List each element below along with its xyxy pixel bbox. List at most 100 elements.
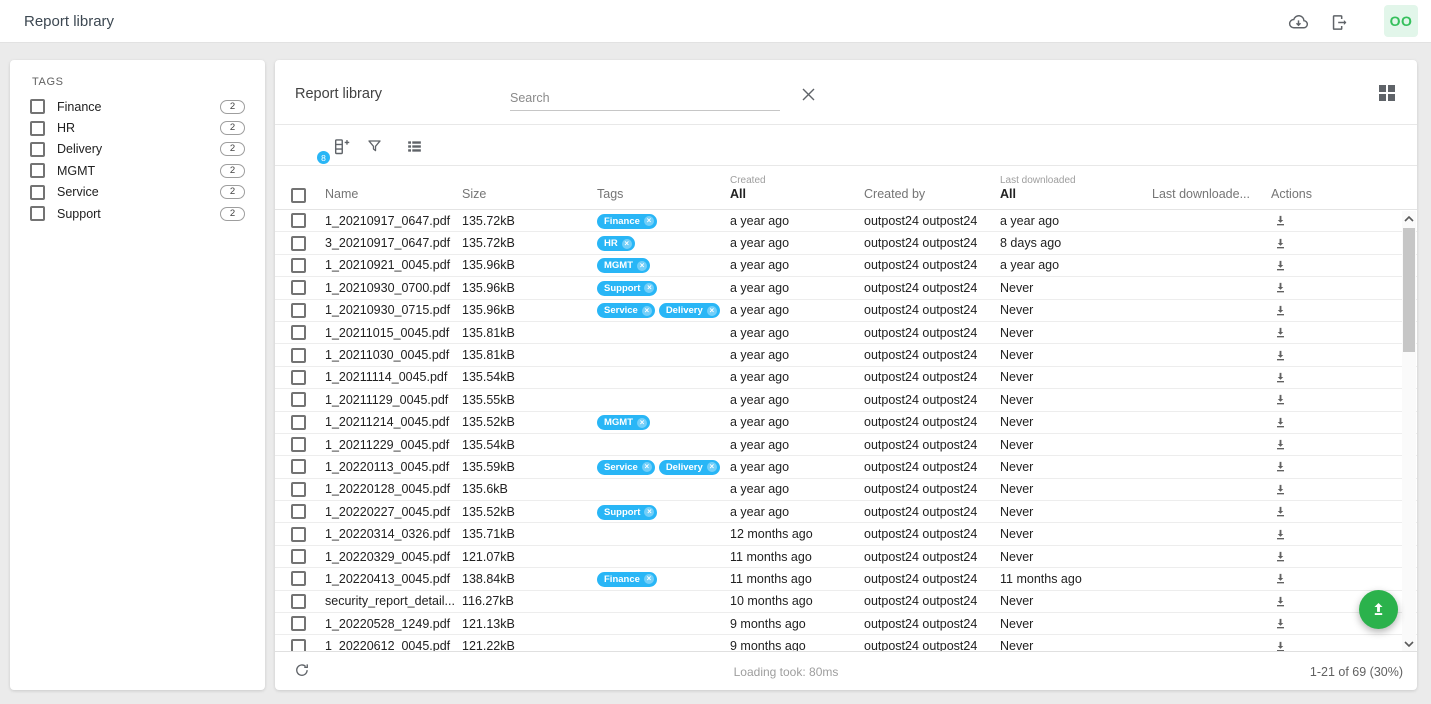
column-header-created-by[interactable]: Created by bbox=[864, 166, 1000, 209]
tag-pill[interactable]: MGMT× bbox=[597, 258, 650, 273]
tag-pill[interactable]: HR× bbox=[597, 236, 635, 251]
tag-filter-finance[interactable]: Finance 2 bbox=[10, 96, 265, 117]
row-checkbox[interactable] bbox=[291, 213, 306, 228]
row-checkbox[interactable] bbox=[291, 392, 306, 407]
table-row[interactable]: 1_20220612_0045.pdf 121.22kB 9 months ag… bbox=[275, 635, 1417, 651]
vertical-scrollbar[interactable] bbox=[1402, 211, 1416, 651]
select-all-checkbox[interactable] bbox=[291, 188, 306, 203]
download-icon[interactable] bbox=[1273, 370, 1288, 385]
tag-remove-icon[interactable]: × bbox=[622, 239, 632, 249]
tag-pill[interactable]: MGMT× bbox=[597, 415, 650, 430]
row-checkbox[interactable] bbox=[291, 325, 306, 340]
row-checkbox[interactable] bbox=[291, 280, 306, 295]
table-row[interactable]: security_report_detail... 116.27kB 10 mo… bbox=[275, 591, 1417, 613]
row-checkbox[interactable] bbox=[291, 370, 306, 385]
row-checkbox[interactable] bbox=[291, 303, 306, 318]
list-view-icon[interactable] bbox=[403, 135, 425, 157]
row-checkbox[interactable] bbox=[291, 504, 306, 519]
table-row[interactable]: 1_20220528_1249.pdf 121.13kB 9 months ag… bbox=[275, 613, 1417, 635]
tag-pill[interactable]: Delivery× bbox=[659, 303, 720, 318]
column-header-created[interactable]: Created All bbox=[730, 166, 864, 209]
logout-icon[interactable] bbox=[1326, 9, 1352, 35]
download-icon[interactable] bbox=[1273, 616, 1288, 631]
checkbox-icon[interactable] bbox=[30, 142, 45, 157]
row-checkbox[interactable] bbox=[291, 616, 306, 631]
row-checkbox[interactable] bbox=[291, 639, 306, 651]
row-checkbox[interactable] bbox=[291, 549, 306, 564]
tag-pill[interactable]: Service× bbox=[597, 303, 655, 318]
table-row[interactable]: 1_20220314_0326.pdf 135.71kB 12 months a… bbox=[275, 523, 1417, 545]
download-icon[interactable] bbox=[1273, 571, 1288, 586]
download-icon[interactable] bbox=[1273, 303, 1288, 318]
download-icon[interactable] bbox=[1273, 213, 1288, 228]
search-input[interactable] bbox=[510, 87, 780, 109]
table-row[interactable]: 1_20211129_0045.pdf 135.55kB a year ago … bbox=[275, 389, 1417, 411]
download-icon[interactable] bbox=[1273, 504, 1288, 519]
row-checkbox[interactable] bbox=[291, 258, 306, 273]
table-row[interactable]: 1_20220413_0045.pdf 138.84kB Finance× 11… bbox=[275, 568, 1417, 590]
tag-remove-icon[interactable]: × bbox=[637, 261, 647, 271]
tag-pill[interactable]: Finance× bbox=[597, 572, 657, 587]
download-icon[interactable] bbox=[1273, 437, 1288, 452]
add-column-icon[interactable] bbox=[329, 135, 351, 157]
checkbox-icon[interactable] bbox=[30, 163, 45, 178]
last-downloaded-filter-value[interactable]: All bbox=[1000, 187, 1152, 201]
table-row[interactable]: 1_20210930_0700.pdf 135.96kB Support× a … bbox=[275, 277, 1417, 299]
download-icon[interactable] bbox=[1273, 280, 1288, 295]
tag-filter-hr[interactable]: HR 2 bbox=[10, 117, 265, 138]
table-row[interactable]: 1_20211214_0045.pdf 135.52kB MGMT× a yea… bbox=[275, 412, 1417, 434]
close-icon[interactable] bbox=[798, 84, 818, 104]
table-row[interactable]: 1_20220128_0045.pdf 135.6kB a year ago o… bbox=[275, 479, 1417, 501]
table-row[interactable]: 1_20210930_0715.pdf 135.96kB Service×Del… bbox=[275, 300, 1417, 322]
download-icon[interactable] bbox=[1273, 258, 1288, 273]
tag-filter-delivery[interactable]: Delivery 2 bbox=[10, 139, 265, 160]
table-row[interactable]: 3_20210917_0647.pdf 135.72kB HR× a year … bbox=[275, 232, 1417, 254]
grid-view-icon[interactable] bbox=[1379, 85, 1397, 103]
tag-filter-support[interactable]: Support 2 bbox=[10, 203, 265, 224]
tag-remove-icon[interactable]: × bbox=[637, 418, 647, 428]
download-icon[interactable] bbox=[1273, 392, 1288, 407]
column-header-last-downloaded-2[interactable]: Last downloade... bbox=[1152, 166, 1271, 209]
tag-remove-icon[interactable]: × bbox=[644, 216, 654, 226]
row-checkbox[interactable] bbox=[291, 482, 306, 497]
tag-remove-icon[interactable]: × bbox=[642, 462, 652, 472]
table-row[interactable]: 1_20210917_0647.pdf 135.72kB Finance× a … bbox=[275, 210, 1417, 232]
row-checkbox[interactable] bbox=[291, 459, 306, 474]
scroll-up-icon[interactable] bbox=[1402, 212, 1416, 225]
download-icon[interactable] bbox=[1273, 415, 1288, 430]
tag-pill[interactable]: Finance× bbox=[597, 214, 657, 229]
avatar[interactable]: OO bbox=[1384, 5, 1418, 37]
row-checkbox[interactable] bbox=[291, 415, 306, 430]
table-row[interactable]: 1_20211030_0045.pdf 135.81kB a year ago … bbox=[275, 344, 1417, 366]
row-checkbox[interactable] bbox=[291, 236, 306, 251]
row-checkbox[interactable] bbox=[291, 527, 306, 542]
tag-pill[interactable]: Support× bbox=[597, 281, 657, 296]
tag-remove-icon[interactable]: × bbox=[644, 507, 654, 517]
tag-remove-icon[interactable]: × bbox=[644, 283, 654, 293]
filter-icon[interactable] bbox=[363, 135, 385, 157]
download-icon[interactable] bbox=[1273, 236, 1288, 251]
table-row[interactable]: 1_20220329_0045.pdf 121.07kB 11 months a… bbox=[275, 546, 1417, 568]
table-row[interactable]: 1_20220113_0045.pdf 135.59kB Service×Del… bbox=[275, 456, 1417, 478]
checkbox-icon[interactable] bbox=[30, 99, 45, 114]
download-icon[interactable] bbox=[1273, 459, 1288, 474]
row-checkbox[interactable] bbox=[291, 348, 306, 363]
tag-filter-mgmt[interactable]: MGMT 2 bbox=[10, 160, 265, 181]
column-header-tags[interactable]: Tags bbox=[597, 166, 730, 209]
row-checkbox[interactable] bbox=[291, 571, 306, 586]
table-row[interactable]: 1_20220227_0045.pdf 135.52kB Support× a … bbox=[275, 501, 1417, 523]
column-header-last-downloaded[interactable]: Last downloaded All bbox=[1000, 166, 1152, 209]
row-checkbox[interactable] bbox=[291, 437, 306, 452]
table-row[interactable]: 1_20211015_0045.pdf 135.81kB a year ago … bbox=[275, 322, 1417, 344]
scrollbar-thumb[interactable] bbox=[1403, 228, 1415, 352]
checkbox-icon[interactable] bbox=[30, 121, 45, 136]
table-row[interactable]: 1_20210921_0045.pdf 135.96kB MGMT× a yea… bbox=[275, 255, 1417, 277]
download-icon[interactable] bbox=[1273, 639, 1288, 651]
download-icon[interactable] bbox=[1273, 482, 1288, 497]
scroll-down-icon[interactable] bbox=[1402, 637, 1416, 650]
column-header-name[interactable]: Name bbox=[325, 166, 462, 209]
tag-remove-icon[interactable]: × bbox=[642, 306, 652, 316]
checkbox-icon[interactable] bbox=[30, 185, 45, 200]
download-icon[interactable] bbox=[1273, 549, 1288, 564]
download-icon[interactable] bbox=[1273, 348, 1288, 363]
